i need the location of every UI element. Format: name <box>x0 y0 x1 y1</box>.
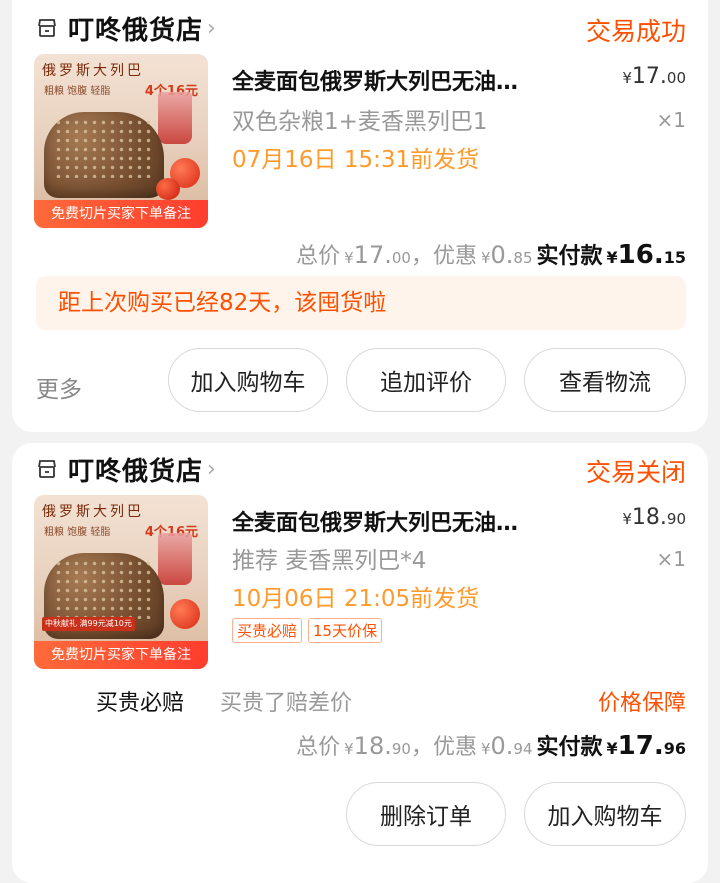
juice-glass-graphic <box>158 533 192 585</box>
paid-integer: 16. <box>617 240 664 270</box>
price-integer: 17. <box>631 64 667 89</box>
total-decimal: 90 <box>391 740 411 758</box>
paid-label: 实付款 <box>536 244 603 269</box>
add-to-cart-button[interactable]: 加入购物车 <box>524 782 686 846</box>
product-thumbnail[interactable]: 俄罗斯大列巴 粗粮 饱腹 轻脂 4个16元 中秋献礼 满99元减10元 免费切片… <box>34 495 208 669</box>
currency-symbol: ¥ <box>344 740 354 758</box>
tag-price-protection: 15天价保 <box>308 618 383 643</box>
order-card[interactable]: 叮咚俄货店 › 交易成功 俄罗斯大列巴 粗粮 饱腹 轻脂 4个16元 免费切片买… <box>12 0 708 432</box>
chevron-right-icon: › <box>207 15 216 41</box>
add-review-button[interactable]: 追加评价 <box>346 348 506 412</box>
paid-label: 实付款 <box>536 735 603 760</box>
shop-header[interactable]: 叮咚俄货店 › <box>36 449 216 489</box>
discount-decimal: 94 <box>513 740 533 758</box>
discount-integer: 0. <box>490 732 514 760</box>
total-integer: 17. <box>353 241 392 269</box>
discount-integer: 0. <box>490 241 514 269</box>
discount-label: 优惠 <box>432 244 477 269</box>
product-thumbnail[interactable]: 俄罗斯大列巴 粗粮 饱腹 轻脂 4个16元 免费切片买家下单备注 <box>34 54 208 228</box>
total-decimal: 00 <box>391 249 411 267</box>
delete-order-button[interactable]: 删除订单 <box>346 782 506 846</box>
bread-loaf-graphic <box>44 112 164 198</box>
guarantee-desc: 买贵了赔差价 <box>220 691 353 716</box>
product-title[interactable]: 全麦面包俄罗斯大列巴无油… <box>232 505 592 537</box>
product-quantity: ×1 <box>656 108 686 132</box>
product-title[interactable]: 全麦面包俄罗斯大列巴无油… <box>232 64 592 96</box>
currency-symbol: ¥ <box>622 69 632 87</box>
juice-glass-graphic <box>158 92 192 144</box>
discount-decimal: 85 <box>513 249 533 267</box>
tomato-graphic <box>156 178 180 200</box>
separator: ， <box>410 735 433 760</box>
price-protection-link[interactable]: 价格保障 <box>598 685 686 717</box>
price-decimal: 90 <box>666 510 686 528</box>
currency-symbol: ¥ <box>480 740 491 758</box>
order-total: 总价 ¥ 17. 00 ， 优惠 ¥ 0. 85 实付款 ¥ 16. 15 <box>296 238 686 270</box>
thumb-subtitle: 粗粮 饱腹 轻脂 <box>44 86 111 97</box>
total-label: 总价 <box>296 244 341 269</box>
tag-price-guarantee: 买贵必赔 <box>232 618 303 643</box>
total-label: 总价 <box>296 735 341 760</box>
product-spec: 双色杂粮1+麦香黑列巴1 <box>232 109 488 135</box>
discount-label: 优惠 <box>432 735 477 760</box>
thumb-title: 俄罗斯大列巴 <box>42 504 144 520</box>
shop-icon <box>38 19 56 37</box>
ship-deadline: 07月16日 15:31前发货 <box>232 147 480 173</box>
thumb-promo: 中秋献礼 满99元减10元 <box>42 617 135 631</box>
product-price: ¥18.90 <box>622 505 686 530</box>
price-integer: 18. <box>631 505 667 530</box>
chevron-right-icon: › <box>207 456 216 482</box>
guarantee-label: 买贵必赔 <box>96 691 185 716</box>
order-card[interactable]: 叮咚俄货店 › 交易关闭 俄罗斯大列巴 粗粮 饱腹 轻脂 4个16元 中秋献礼 … <box>12 443 708 883</box>
shop-name[interactable]: 叮咚俄货店 <box>68 451 203 488</box>
thumb-title: 俄罗斯大列巴 <box>42 63 144 79</box>
separator: ， <box>410 244 433 269</box>
product-quantity: ×1 <box>656 547 686 571</box>
repurchase-notice[interactable]: 距上次购买已经82天，该囤货啦 <box>36 276 686 330</box>
service-tags: 买贵必赔 15天价保 <box>232 618 383 643</box>
total-integer: 18. <box>353 732 392 760</box>
currency-symbol: ¥ <box>344 249 354 267</box>
paid-decimal: 96 <box>663 739 686 758</box>
tomato-graphic <box>170 599 200 629</box>
currency-symbol: ¥ <box>480 249 491 267</box>
add-to-cart-button[interactable]: 加入购物车 <box>168 348 328 412</box>
product-price: ¥17.00 <box>622 64 686 89</box>
ship-deadline: 10月06日 21:05前发货 <box>232 586 480 612</box>
currency-symbol: ¥ <box>606 739 618 758</box>
shop-header[interactable]: 叮咚俄货店 › <box>36 8 216 48</box>
thumb-banner: 免费切片买家下单备注 <box>34 641 208 669</box>
thumb-banner: 免费切片买家下单备注 <box>34 200 208 228</box>
thumb-subtitle: 粗粮 饱腹 轻脂 <box>44 527 111 538</box>
product-spec: 推荐 麦香黑列巴*4 <box>232 548 427 574</box>
price-decimal: 00 <box>666 69 686 87</box>
more-button[interactable]: 更多 <box>36 370 82 404</box>
order-status: 交易关闭 <box>585 458 686 487</box>
shop-name[interactable]: 叮咚俄货店 <box>68 10 203 47</box>
shop-icon <box>38 460 56 478</box>
order-total: 总价 ¥ 18. 90 ， 优惠 ¥ 0. 94 实付款 ¥ 17. 96 <box>296 729 686 761</box>
view-logistics-button[interactable]: 查看物流 <box>524 348 686 412</box>
currency-symbol: ¥ <box>622 510 632 528</box>
order-status: 交易成功 <box>585 17 686 46</box>
paid-integer: 17. <box>617 731 664 761</box>
paid-decimal: 15 <box>663 248 686 267</box>
currency-symbol: ¥ <box>606 248 618 267</box>
